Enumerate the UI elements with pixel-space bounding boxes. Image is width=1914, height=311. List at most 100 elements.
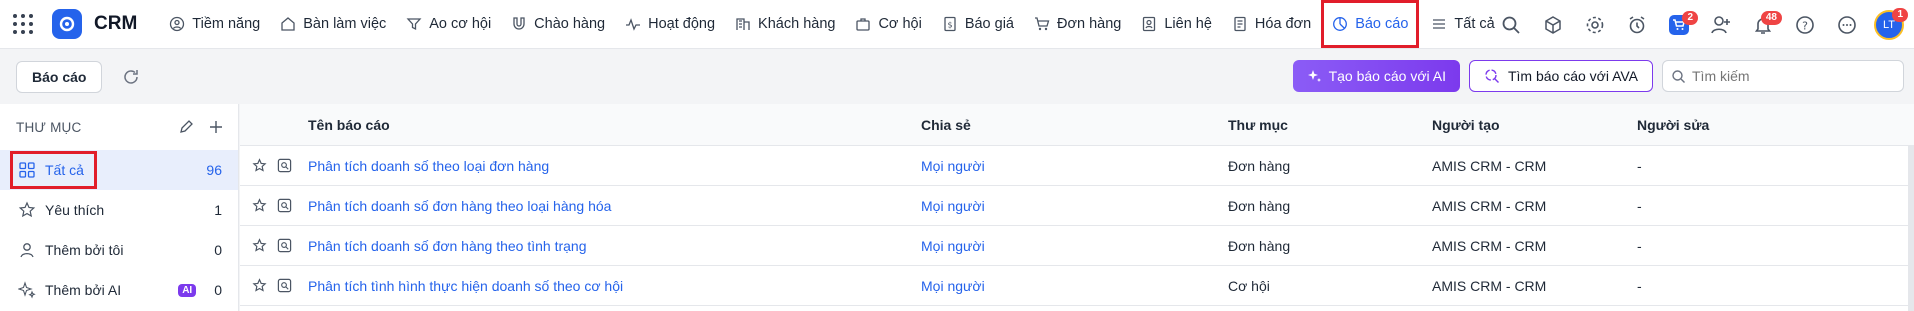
nav-item-activities[interactable]: Hoạt động (615, 0, 725, 49)
add-icon[interactable] (208, 119, 224, 135)
nav-item-offers[interactable]: Chào hàng (501, 0, 615, 49)
report-name-link[interactable]: Phân tích tình hình thực hiện doanh số t… (308, 278, 921, 294)
gear-icon[interactable] (1580, 10, 1610, 40)
table-row[interactable]: Phân tích doanh số theo loại đơn hàng Mọ… (240, 146, 1914, 186)
refresh-icon[interactable] (122, 67, 142, 87)
activity-icon (625, 16, 641, 32)
column-header-folder[interactable]: Thư mục (1228, 117, 1432, 133)
nav-item-reports[interactable]: Báo cáo (1321, 0, 1420, 48)
svg-text:$: $ (947, 21, 952, 30)
nav-item-leads[interactable]: Tiềm năng (159, 0, 270, 49)
briefcase-icon (855, 16, 871, 32)
table-row[interactable]: Phân tích doanh số đơn hàng theo tình tr… (240, 226, 1914, 266)
report-name-link[interactable]: Phân tích doanh số theo loại đơn hàng (308, 158, 921, 174)
search-icon (1671, 69, 1686, 84)
invoice-icon (1232, 16, 1248, 32)
user-icon (18, 241, 36, 259)
report-icon (1332, 16, 1348, 32)
avatar-badge: 1 (1892, 7, 1908, 22)
search-box[interactable] (1662, 60, 1904, 92)
folder-title: THƯ MỤC (16, 119, 82, 135)
crm-logo-icon[interactable] (52, 9, 82, 39)
share-link[interactable]: Mọi người (921, 158, 1228, 174)
report-preview-icon[interactable] (277, 198, 292, 213)
avatar[interactable]: LT 1 (1874, 7, 1908, 40)
share-link[interactable]: Mọi người (921, 278, 1228, 294)
report-preview-icon[interactable] (277, 278, 292, 293)
add-user-icon[interactable] (1706, 10, 1736, 40)
nav-item-label: Tiềm năng (192, 16, 261, 32)
table-scrollbar[interactable] (1908, 146, 1914, 311)
nav-item-opportunity-pool[interactable]: Ao cơ hội (396, 0, 501, 49)
notification-count-badge: 48 (1760, 10, 1782, 25)
editor-cell: - (1637, 277, 1642, 294)
funnel-icon (406, 16, 422, 32)
more-icon[interactable] (1832, 10, 1862, 40)
creator-cell: AMIS CRM - CRM (1432, 157, 1547, 174)
search-icon[interactable] (1496, 10, 1526, 40)
table-header: Tên báo cáo Chia sẻ Thư mục Người tạo Ng… (240, 104, 1914, 146)
nav-item-invoices[interactable]: Hóa đơn (1222, 0, 1321, 49)
help-icon[interactable]: ? (1790, 10, 1820, 40)
star-icon[interactable] (252, 158, 267, 173)
editor-cell: - (1637, 237, 1642, 254)
create-report-ai-button[interactable]: Tạo báo cáo với AI (1292, 60, 1460, 92)
nav-item-label: Chào hàng (534, 16, 606, 32)
nav-item-contacts[interactable]: Liên hệ (1131, 0, 1222, 49)
cart-badge-icon[interactable]: 2 (1664, 10, 1698, 40)
folder-item-label: Thêm bởi tôi (45, 242, 124, 258)
nav-item-workspace[interactable]: Bàn làm việc (270, 0, 396, 49)
report-preview-icon[interactable] (277, 158, 292, 173)
table-row[interactable]: Phân tích tình hình thực hiện doanh số t… (240, 266, 1914, 306)
header-tools: 2 48 ? LT 1 (1496, 0, 1908, 49)
brand-name[interactable]: CRM (94, 13, 137, 35)
highlight-box (10, 151, 97, 189)
magnet-icon (511, 16, 527, 32)
folder-item-count: 96 (206, 162, 222, 178)
nav-item-quotes[interactable]: $ Báo giá (932, 0, 1024, 49)
find-report-ava-label: Tìm báo cáo với AVA (1507, 68, 1638, 84)
edit-icon[interactable] (178, 119, 194, 135)
nav-item-customers[interactable]: Khách hàng (725, 0, 845, 49)
column-header-editor[interactable]: Người sửa (1637, 117, 1837, 133)
alarm-clock-icon[interactable] (1622, 10, 1652, 40)
folder-cell: Cơ hội (1228, 277, 1270, 294)
star-icon[interactable] (252, 238, 267, 253)
folder-item-added-by-me[interactable]: Thêm bởi tôi 0 (0, 230, 238, 270)
nav-item-label: Báo giá (964, 16, 1014, 32)
report-name-link[interactable]: Phân tích doanh số đơn hàng theo tình tr… (308, 238, 921, 254)
nav-item-orders[interactable]: Đơn hàng (1024, 0, 1131, 49)
bell-icon[interactable]: 48 (1748, 10, 1782, 40)
nav-item-all[interactable]: Tất cả (1421, 0, 1504, 49)
ai-search-icon (1484, 68, 1500, 84)
star-icon[interactable] (252, 198, 267, 213)
folder-item-favorites[interactable]: Yêu thích 1 (0, 190, 238, 230)
nav-item-opportunities[interactable]: Cơ hội (845, 0, 931, 49)
find-report-ava-button[interactable]: Tìm báo cáo với AVA (1468, 60, 1653, 92)
report-preview-icon[interactable] (277, 238, 292, 253)
workspace-icon (280, 16, 296, 32)
reports-tab[interactable]: Báo cáo (16, 60, 103, 93)
share-link[interactable]: Mọi người (921, 238, 1228, 254)
star-icon (18, 201, 36, 219)
column-header-name[interactable]: Tên báo cáo (308, 117, 921, 133)
column-header-creator[interactable]: Người tạo (1432, 117, 1637, 133)
folder-item-label: Thêm bởi AI (45, 282, 122, 298)
sparkle-icon (1307, 69, 1322, 84)
share-link[interactable]: Mọi người (921, 198, 1228, 214)
apps-grid-icon[interactable] (0, 14, 46, 34)
star-icon[interactable] (252, 278, 267, 293)
table-row[interactable]: Phân tích doanh số đơn hàng theo loại hà… (240, 186, 1914, 226)
column-header-share[interactable]: Chia sẻ (921, 117, 1228, 133)
cart-icon (1034, 16, 1050, 32)
creator-cell: AMIS CRM - CRM (1432, 197, 1547, 214)
package-search-icon[interactable] (1538, 10, 1568, 40)
ai-tag: AI (178, 283, 197, 297)
nav-item-label: Hóa đơn (1254, 16, 1312, 32)
report-name-link[interactable]: Phân tích doanh số đơn hàng theo loại hà… (308, 198, 921, 214)
nav-item-label: Hoạt động (648, 16, 716, 32)
folder-item-added-by-ai[interactable]: Thêm bởi AI AI 0 (0, 270, 238, 310)
nav-item-label: Khách hàng (758, 16, 836, 32)
nav-item-label: Tất cả (1454, 16, 1495, 32)
search-input[interactable] (1692, 68, 1892, 84)
